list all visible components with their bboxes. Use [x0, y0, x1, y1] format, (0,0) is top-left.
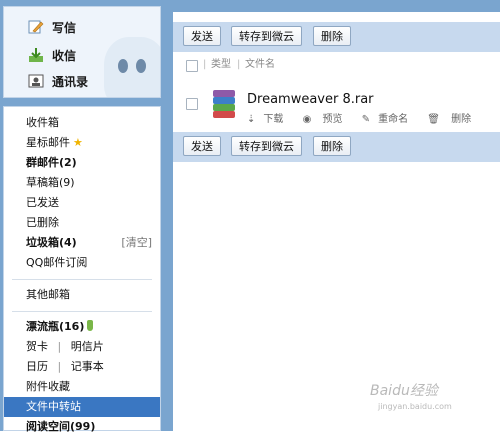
nav-postcard[interactable]: 明信片 — [71, 340, 104, 353]
send-button[interactable]: 发送 — [183, 26, 221, 46]
nav-separator: | — [57, 340, 62, 353]
nav-starred[interactable]: 星标邮件 ★ — [4, 133, 160, 153]
list-header: | 类型 | 文件名 — [173, 54, 500, 76]
mascot-eye — [136, 59, 146, 73]
nav-inbox[interactable]: 收件箱 — [4, 113, 160, 133]
nav-drift-bottle[interactable]: 漂流瓶(16) — [4, 317, 160, 337]
delete-button-bottom[interactable]: 删除 — [313, 136, 351, 156]
file-name[interactable]: Dreamweaver 8.rar — [247, 92, 374, 107]
nav-qq-subscribe[interactable]: QQ邮件订阅 — [4, 253, 160, 273]
remove-label: 删除 — [451, 114, 472, 125]
rename-label: 重命名 — [378, 114, 409, 125]
star-icon: ★ — [73, 136, 83, 149]
nav-file-transfer[interactable]: 文件中转站 — [4, 397, 160, 417]
nav-junk-label: 垃圾箱(4) — [26, 236, 77, 249]
folder-nav: 收件箱 星标邮件 ★ 群邮件(2) 草稿箱(9) 已发送 已删除 垃圾箱(4) [清… — [3, 106, 161, 433]
rename-link[interactable]: ✎ 重命名 — [362, 114, 416, 125]
nav-other-mailbox-label: 其他邮箱 — [26, 288, 70, 301]
nav-drafts[interactable]: 草稿箱(9) — [4, 173, 160, 193]
receive-label: 收信 — [52, 48, 77, 63]
nav-notepad[interactable]: 记事本 — [71, 360, 104, 373]
nav-attachments-label: 附件收藏 — [26, 380, 70, 393]
nav-drift-bottle-label: 漂流瓶(16) — [26, 320, 85, 333]
receive-button[interactable]: 收信 — [28, 45, 76, 65]
nav-junk[interactable]: 垃圾箱(4) [清空] — [4, 233, 160, 253]
nav-attachments[interactable]: 附件收藏 — [4, 377, 160, 397]
pencil-icon — [28, 19, 44, 35]
preview-link[interactable]: ◉ 预览 — [303, 114, 351, 125]
write-button[interactable]: 写信 — [28, 17, 76, 37]
watermark-url: jingyan.baidu.com — [378, 402, 452, 411]
header-type[interactable]: 类型 — [211, 54, 231, 76]
nav-calendar-row: 日历 | 记事本 — [4, 357, 160, 377]
select-all-checkbox[interactable] — [186, 60, 198, 72]
qq-mascot-image — [104, 37, 160, 97]
nav-divider — [12, 279, 152, 280]
contacts-button[interactable]: 通讯录 — [28, 71, 88, 91]
nav-file-transfer-label: 文件中转站 — [26, 400, 81, 413]
nav-group-label: 群邮件(2) — [26, 156, 77, 169]
nav-group-mail[interactable]: 群邮件(2) — [4, 153, 160, 173]
header-filename[interactable]: 文件名 — [245, 54, 275, 76]
download-link[interactable]: ⇣ 下载 — [247, 114, 291, 125]
download-label: 下载 — [263, 114, 284, 125]
eye-icon: ◉ — [302, 114, 312, 125]
contacts-card-icon — [28, 73, 44, 89]
baidu-watermark: Baidu经验 jingyan.baidu.com — [370, 380, 452, 411]
nav-starred-label: 星标邮件 — [26, 136, 70, 149]
save-weiyun-button[interactable]: 转存到微云 — [231, 26, 302, 46]
header-separator: | — [203, 59, 207, 70]
nav-cards-row: 贺卡 | 明信片 — [4, 337, 160, 357]
nav-greeting-card[interactable]: 贺卡 — [26, 340, 48, 353]
send-button-bottom[interactable]: 发送 — [183, 136, 221, 156]
bottle-icon — [87, 320, 94, 331]
file-checkbox[interactable] — [186, 98, 198, 110]
top-toolbar: 发送 转存到微云 删除 — [173, 22, 500, 52]
write-label: 写信 — [52, 20, 77, 35]
delete-button[interactable]: 删除 — [313, 26, 351, 46]
nav-inbox-label: 收件箱 — [26, 116, 59, 129]
file-row: Dreamweaver 8.rar ⇣ 下载 ◉ 预览 ✎ 重命名 🗑 删除 — [173, 80, 500, 130]
contacts-label: 通讯录 — [52, 74, 89, 89]
nav-other-mailbox[interactable]: 其他邮箱 — [4, 285, 160, 305]
file-actions: ⇣ 下载 ◉ 预览 ✎ 重命名 🗑 删除 — [247, 110, 487, 125]
left-panel: 写信 收信 通讯录 收件箱 星标邮件 ★ 群邮件(2) 草稿箱(9) 已发送 已删… — [3, 6, 161, 433]
nav-sent-label: 已发送 — [26, 196, 59, 209]
rar-band — [213, 104, 235, 111]
content-panel: 发送 转存到微云 删除 | 类型 | 文件名 Dreamweaver 8.rar… — [173, 12, 500, 431]
rar-band — [213, 111, 235, 118]
save-weiyun-button-bottom[interactable]: 转存到微云 — [231, 136, 302, 156]
rar-archive-icon — [213, 90, 235, 120]
nav-reading-space-label: 阅读空间(99) — [26, 420, 96, 433]
nav-reading-space[interactable]: 阅读空间(99) — [4, 417, 160, 437]
watermark-brand: Baidu经验 — [370, 383, 438, 399]
nav-sent[interactable]: 已发送 — [4, 193, 160, 213]
nav-deleted[interactable]: 已删除 — [4, 213, 160, 233]
remove-link[interactable]: 🗑 删除 — [427, 114, 479, 125]
nav-calendar[interactable]: 日历 — [26, 360, 48, 373]
inbox-download-icon — [28, 47, 44, 63]
preview-label: 预览 — [322, 114, 343, 125]
nav-drafts-label: 草稿箱(9) — [26, 176, 75, 189]
nav-deleted-label: 已删除 — [26, 216, 59, 229]
rar-band — [213, 97, 235, 104]
header-separator: | — [237, 59, 241, 70]
pen-icon: ✎ — [361, 114, 371, 125]
compose-box: 写信 收信 通讯录 — [3, 6, 161, 98]
bottom-toolbar: 发送 转存到微云 删除 — [173, 132, 500, 162]
nav-qq-subscribe-label: QQ邮件订阅 — [26, 256, 88, 269]
trash-icon: 🗑 — [427, 114, 440, 125]
rar-band — [213, 90, 235, 97]
download-icon: ⇣ — [247, 114, 256, 125]
nav-divider — [12, 311, 152, 312]
nav-separator: | — [57, 360, 62, 373]
mascot-eye — [118, 59, 128, 73]
junk-clear-link[interactable]: [清空] — [121, 233, 152, 253]
